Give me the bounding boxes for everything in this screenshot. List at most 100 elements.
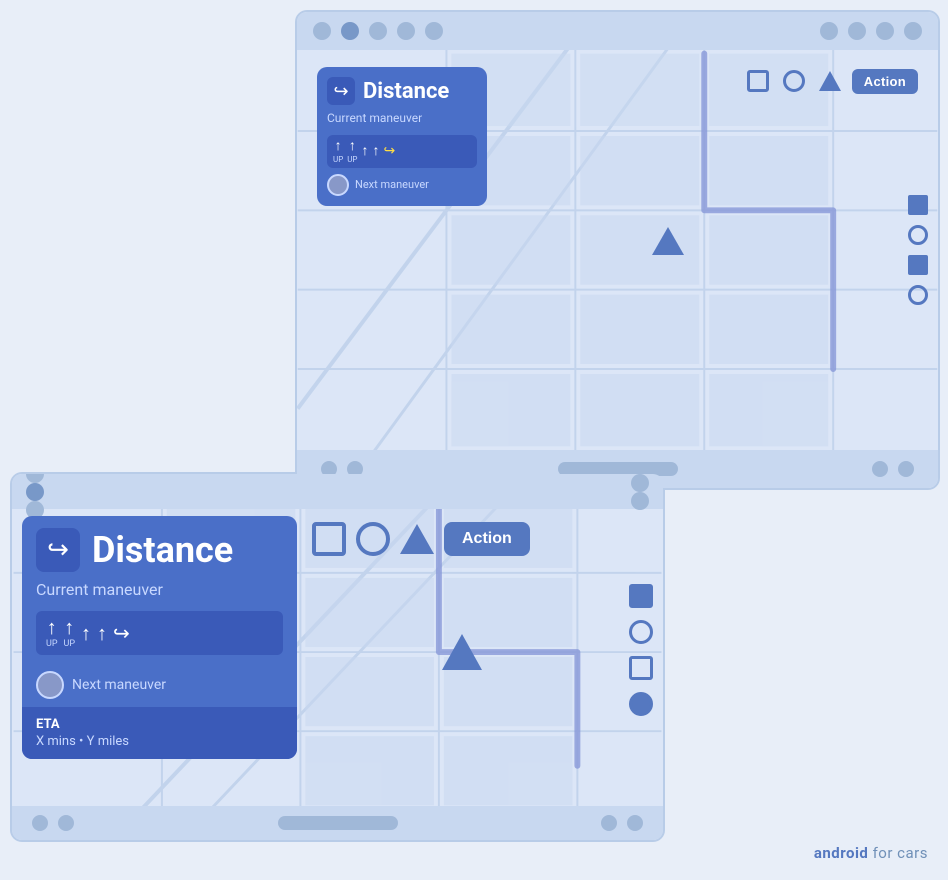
small-map-circle-2 [629, 692, 653, 716]
lane-label-2: UP [347, 155, 357, 164]
top-dot-r3 [876, 22, 894, 40]
eta-value: X mins • Y miles [36, 734, 283, 749]
eta-label: ETA [36, 717, 283, 732]
top-dot-2 [341, 22, 359, 40]
small-toolbar: Action [312, 522, 530, 556]
small-map-circle-1 [629, 620, 653, 644]
small-lane-guide: ↑ UP ↑ UP ↑ ↑ ↪ [36, 611, 283, 655]
large-top-dots-right [820, 22, 922, 40]
small-lane-arrow-1: ↑ [47, 617, 57, 637]
top-dot-1 [313, 22, 331, 40]
small-lane-1: ↑ UP [46, 617, 58, 649]
small-next-maneuver-text: Next maneuver [72, 677, 166, 693]
small-lane-5: ↪ [113, 623, 130, 643]
small-lane-arrow-5: ↪ [113, 623, 130, 643]
lane-arrow-1: ↑ [335, 139, 342, 153]
small-bottom-dot-l1 [32, 815, 48, 831]
large-action-button[interactable]: Action [852, 69, 918, 94]
small-top-dots-right [631, 474, 649, 510]
small-bottom-dot-r1 [601, 815, 617, 831]
small-lane-label-2: UP [64, 639, 76, 649]
lane-item-5: ↪ [383, 144, 395, 158]
bottom-dot-r1 [872, 461, 888, 477]
small-bottom-dot-l2 [58, 815, 74, 831]
branding-main: android [814, 844, 869, 862]
small-map-square-1 [629, 584, 653, 608]
lane-arrow-5: ↪ [383, 144, 395, 158]
small-nav-card: ↪ Distance Current maneuver ↑ UP ↑ UP ↑ … [22, 516, 297, 759]
small-card-top: ↪ Distance Current maneuver ↑ UP ↑ UP ↑ … [22, 516, 297, 663]
small-bottom-bar [12, 806, 663, 840]
small-lane-arrow-4: ↑ [97, 623, 107, 643]
large-map-nav-arrow [652, 227, 684, 255]
large-square-btn[interactable] [744, 67, 772, 95]
small-nav-triangle [442, 634, 482, 670]
small-map-square-2 [629, 656, 653, 680]
large-map-square-2 [908, 255, 928, 275]
small-circle-btn[interactable] [356, 522, 390, 556]
lane-label-1: UP [333, 155, 343, 164]
top-dot-5 [425, 22, 443, 40]
small-top-dots-left [26, 472, 44, 519]
top-dot-4 [397, 22, 415, 40]
square-icon [747, 70, 769, 92]
large-nav-card: ↪ Distance Current maneuver ↑ UP ↑ UP ↑ … [317, 67, 487, 206]
large-map-circle-1 [908, 225, 928, 245]
small-top-dot-2 [26, 483, 44, 501]
small-action-button[interactable]: Action [444, 522, 530, 556]
small-square-btn[interactable] [312, 522, 346, 556]
small-top-dot-r1 [631, 474, 649, 492]
small-distance: Distance [92, 529, 233, 571]
branding-suffix: for cars [868, 844, 928, 862]
small-bottom-dots-left [32, 815, 74, 831]
large-circle-btn[interactable] [780, 67, 808, 95]
lane-arrow-4: ↑ [372, 144, 379, 158]
small-right-icons [629, 584, 653, 716]
small-top-dot-1 [26, 472, 44, 483]
small-next-dot [36, 671, 64, 699]
lane-arrow-2: ↑ [349, 139, 356, 153]
lane-item-2: ↑ UP [347, 139, 357, 164]
large-nav-direction-icon: ↪ [327, 77, 355, 105]
small-bottom-dot-r2 [627, 815, 643, 831]
large-next-maneuver: Next maneuver [327, 174, 477, 196]
large-next-maneuver-text: Next maneuver [355, 178, 429, 191]
large-nav-triangle [652, 227, 684, 255]
large-toolbar: Action [744, 67, 918, 95]
small-maneuver: Current maneuver [36, 580, 283, 601]
small-lane-arrow-3: ↑ [81, 623, 91, 643]
top-dot-3 [369, 22, 387, 40]
screen-large: ↪ Distance Current maneuver ↑ UP ↑ UP ↑ … [295, 10, 940, 490]
large-maneuver: Current maneuver [327, 111, 477, 127]
small-next-maneuver: Next maneuver [22, 663, 297, 707]
eta-bar: ETA X mins • Y miles [22, 707, 297, 759]
bottom-dot-r2 [898, 461, 914, 477]
lane-arrow-3: ↑ [361, 144, 368, 158]
screen-small: ↪ Distance Current maneuver ↑ UP ↑ UP ↑ … [10, 472, 665, 842]
lane-item-1: ↑ UP [333, 139, 343, 164]
large-top-bar [297, 12, 938, 50]
small-top-bar [12, 474, 663, 509]
large-triangle-btn[interactable] [816, 67, 844, 95]
top-dot-r4 [904, 22, 922, 40]
large-top-dots-left [313, 22, 443, 40]
large-right-icons [908, 195, 928, 305]
small-triangle-btn[interactable] [400, 524, 434, 554]
branding: android for cars [814, 844, 928, 862]
large-lane-guide: ↑ UP ↑ UP ↑ ↑ ↪ [327, 135, 477, 168]
large-card-header: ↪ Distance [327, 77, 477, 105]
triangle-icon [819, 71, 841, 91]
small-lane-4: ↑ [97, 623, 107, 643]
large-bottom-dots-right [872, 461, 914, 477]
large-map-square-1 [908, 195, 928, 215]
large-map-circle-2 [908, 285, 928, 305]
circle-icon [783, 70, 805, 92]
small-top-dot-r2 [631, 492, 649, 510]
top-dot-r2 [848, 22, 866, 40]
large-next-dot [327, 174, 349, 196]
small-lane-3: ↑ [81, 623, 91, 643]
small-lane-2: ↑ UP [64, 617, 76, 649]
small-bottom-pill [278, 816, 398, 830]
small-card-header: ↪ Distance [36, 528, 283, 572]
top-dot-r1 [820, 22, 838, 40]
